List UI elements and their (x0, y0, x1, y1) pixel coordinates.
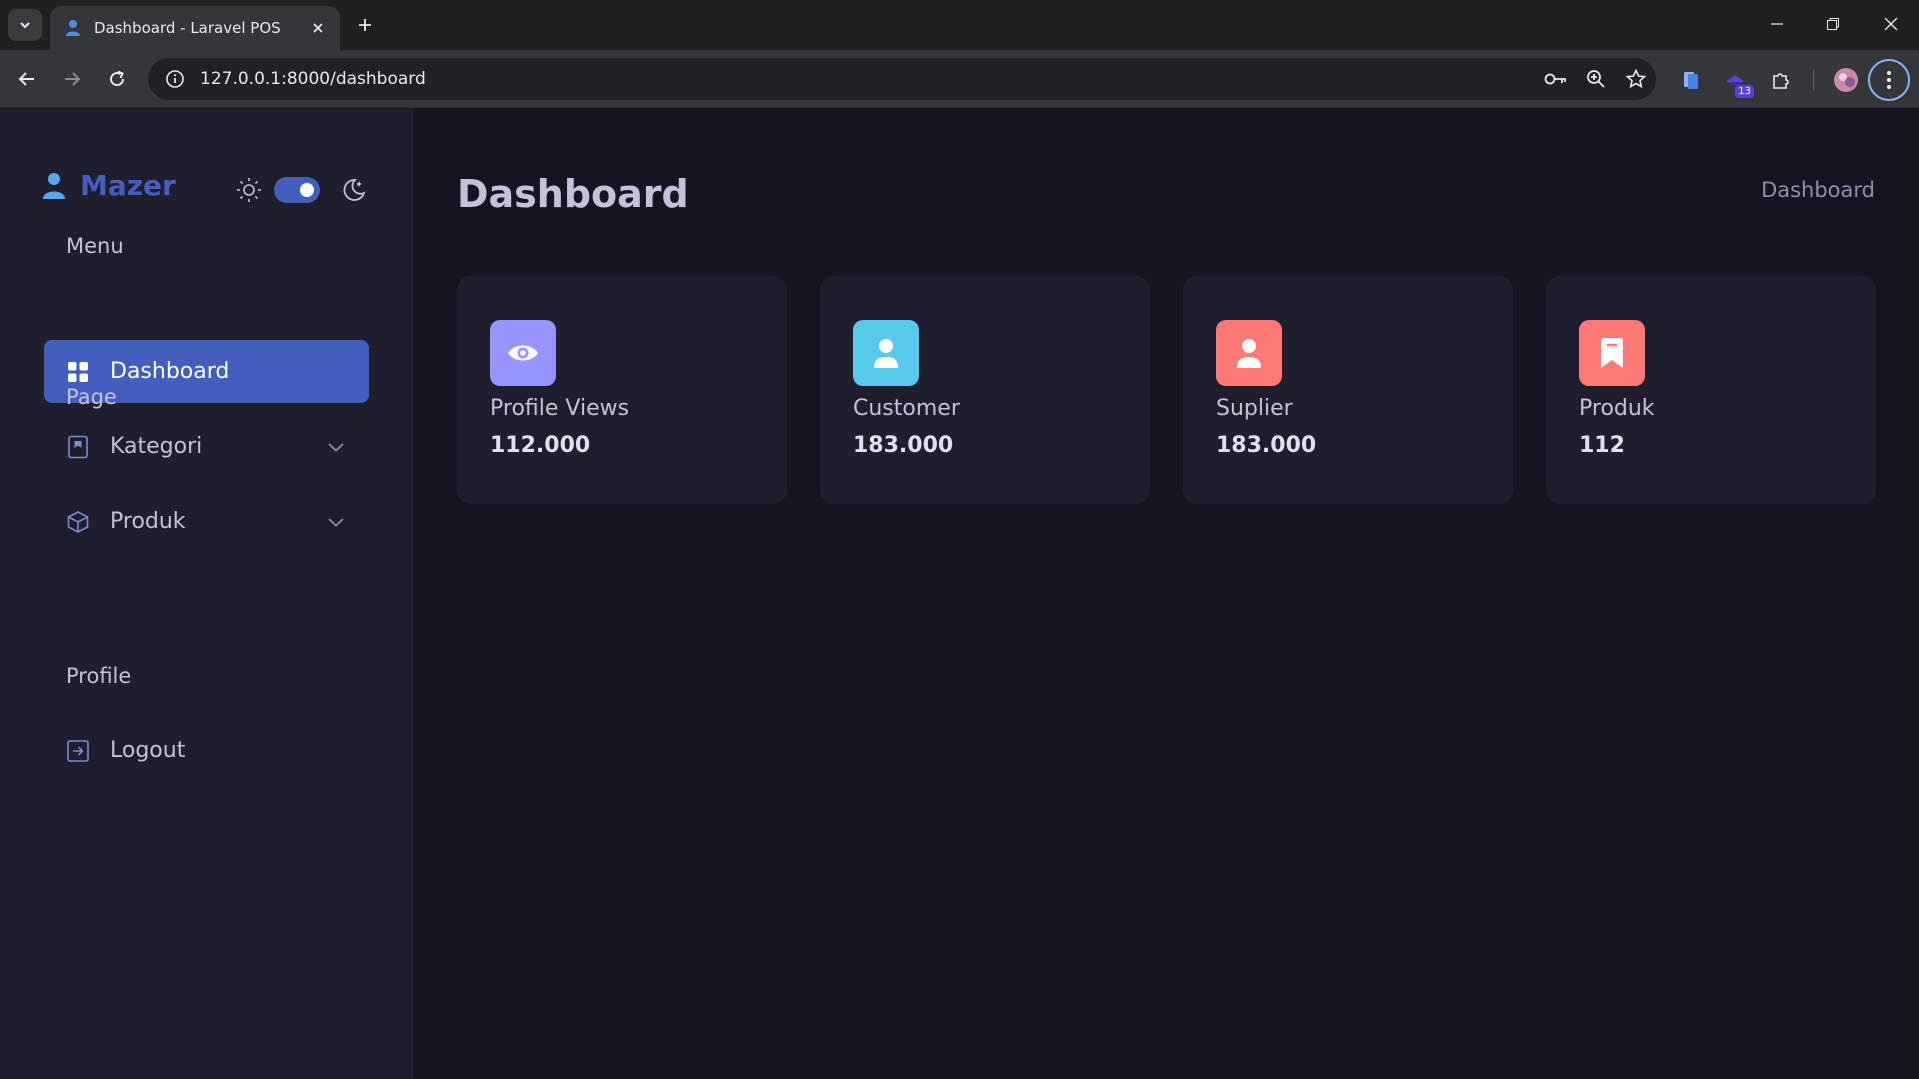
close-tab-icon[interactable] (308, 18, 328, 38)
reload-icon (110, 70, 125, 87)
profile-avatar-button[interactable] (1829, 63, 1863, 97)
brand-name: Mazer (80, 169, 176, 202)
puzzle-icon (1773, 73, 1789, 89)
extension-button-2[interactable]: 13 (1718, 63, 1754, 98)
sun-icon (237, 178, 261, 202)
section-title-page: Page (66, 385, 117, 409)
zoom-icon[interactable] (1576, 63, 1616, 95)
sidebar-item-label: Produk (110, 509, 186, 534)
sidebar-item-label: Kategori (110, 434, 203, 459)
document-extension-icon (1684, 72, 1698, 89)
sidebar-item-logout[interactable]: Logout (44, 719, 369, 782)
extensions-button[interactable] (1764, 63, 1798, 97)
grid-icon (66, 360, 90, 384)
chevron-down-icon[interactable] (325, 511, 347, 533)
theme-toggle[interactable] (274, 177, 320, 203)
tab-title: Dashboard - Laravel POS (94, 19, 281, 37)
stat-value: 183.000 (853, 433, 954, 458)
forward-button[interactable] (56, 63, 88, 95)
bookmark-icon (66, 435, 90, 459)
eye-icon (490, 320, 556, 386)
sidebar-item-label: Logout (110, 738, 186, 763)
user-logo-icon (43, 172, 65, 199)
section-title-profile: Profile (66, 664, 132, 688)
page-title: Dashboard (457, 172, 689, 216)
more-vertical-icon (1887, 71, 1891, 89)
stat-card-customer: Customer 183.000 (820, 276, 1150, 504)
site-info-icon[interactable] (164, 68, 186, 90)
close-icon (1884, 17, 1898, 31)
avatar-icon (1834, 68, 1858, 92)
restore-button[interactable] (1810, 4, 1856, 44)
minimize-icon (1771, 23, 1783, 25)
browser-menu-button[interactable] (1868, 59, 1910, 101)
extension-badge: 13 (1735, 85, 1754, 98)
section-title-menu: Menu (66, 234, 124, 258)
chevron-down-icon[interactable] (325, 436, 347, 458)
box-icon (66, 510, 90, 534)
stat-label: Produk (1579, 396, 1655, 421)
minimize-button[interactable] (1754, 4, 1800, 44)
browser-toolbar: 127.0.0.1:8000/dashboard 13 (0, 50, 1919, 108)
reload-button[interactable] (101, 63, 133, 95)
brand-logo[interactable]: Mazer (42, 169, 176, 202)
theme-toggle-knob (300, 183, 314, 197)
new-tab-button[interactable] (350, 10, 380, 40)
stat-card-produk: Produk 112 (1546, 276, 1876, 504)
stat-label: Profile Views (490, 396, 630, 421)
person-icon (1216, 320, 1282, 386)
stat-card-profile-views: Profile Views 112.000 (457, 276, 787, 504)
moon-icon (343, 179, 366, 201)
back-button[interactable] (11, 63, 43, 95)
stat-label: Suplier (1216, 396, 1293, 421)
browser-tab[interactable]: Dashboard - Laravel POS (50, 6, 340, 50)
user-favicon-icon (64, 19, 82, 37)
stat-value: 112 (1579, 433, 1625, 458)
logout-icon (66, 739, 90, 763)
bookmark-icon (1579, 320, 1645, 386)
sidebar-item-kategori[interactable]: Kategori (44, 415, 369, 478)
close-window-button[interactable] (1868, 4, 1914, 44)
person-icon (853, 320, 919, 386)
stat-value: 183.000 (1216, 433, 1317, 458)
chevron-down-icon (20, 22, 30, 29)
plus-icon (359, 19, 371, 31)
extension-button-1[interactable] (1674, 63, 1708, 97)
sidebar: Mazer Menu Dashboard Page Kategori Produ… (0, 109, 413, 1079)
arrow-left-icon (18, 72, 34, 86)
toolbar-separator (1813, 70, 1814, 90)
restore-icon (1827, 18, 1839, 30)
sidebar-item-produk[interactable]: Produk (44, 490, 369, 553)
stat-card-suplier: Suplier 183.000 (1183, 276, 1513, 504)
browser-tabstrip: Dashboard - Laravel POS (0, 0, 1919, 50)
password-key-icon[interactable] (1536, 63, 1576, 95)
bookmark-star-icon[interactable] (1616, 63, 1656, 95)
stat-label: Customer (853, 396, 960, 421)
tab-search-button[interactable] (8, 9, 42, 41)
stat-value: 112.000 (490, 433, 591, 458)
breadcrumb[interactable]: Dashboard (1761, 178, 1875, 202)
arrow-right-icon (65, 72, 81, 86)
address-bar[interactable]: 127.0.0.1:8000/dashboard (148, 58, 1656, 100)
sidebar-item-label: Dashboard (110, 359, 230, 384)
url-text[interactable]: 127.0.0.1:8000/dashboard (200, 69, 1536, 89)
